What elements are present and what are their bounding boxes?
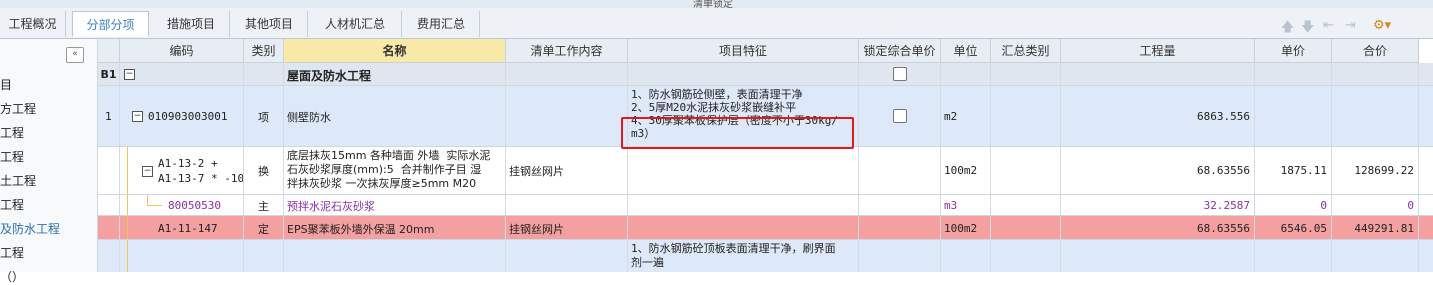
move-top-icon[interactable]: ⇤ [1323, 18, 1334, 33]
sidebar-item[interactable]: （） [0, 268, 24, 285]
unit-price: 6546.05 [1280, 222, 1327, 235]
item-name: 侧壁防水 [287, 111, 331, 124]
item-features[interactable]: 1、防水钢筋砼顶板表面清理干净，刷界面 剂一遍 [631, 242, 836, 270]
item-name: 底层抹灰15mm 各种墙面 外墙 实际水泥 石灰砂浆厚度(mm):5 合并制作子… [287, 149, 491, 190]
quota-code: A1-13-2 + A1-13-7 * -10 [158, 157, 244, 185]
unit: m2 [944, 110, 958, 123]
row-number: B1 [100, 68, 117, 81]
main-tab-bar: 工程概况 分部分项 措施项目 其他项目 人材机汇总 费用汇总 🡅 🡇 ⇤ ⇥ ⚙… [0, 8, 1433, 39]
unit: 100m2 [944, 222, 978, 235]
table-row-quota[interactable]: − A1-13-2 + A1-13-7 * -10 换 底层抹灰15mm 各种墙… [98, 147, 1433, 195]
table-row-material[interactable]: 80050530 主 预拌水泥石灰砂浆 m3 32.2587 0 0 [98, 195, 1433, 216]
item-type: 定 [258, 223, 269, 236]
sidebar-item-roof-waterproof[interactable]: 及防水工程 [0, 220, 60, 237]
quantity[interactable]: 68.63556 [1197, 222, 1250, 235]
tree-toggle[interactable]: − [124, 69, 135, 80]
settings-icon[interactable]: ⚙▾ [1373, 18, 1391, 33]
sidebar-item[interactable]: 工程 [0, 124, 24, 141]
sidebar-item[interactable]: 工程 [0, 148, 24, 165]
tab-sub-items[interactable]: 分部分项 [72, 11, 149, 37]
header-features[interactable]: 项目特征 [628, 39, 859, 63]
red-annotation-box [621, 117, 854, 149]
header-name[interactable]: 名称 [284, 39, 506, 63]
quantity[interactable]: 32.2587 [1204, 199, 1250, 212]
header-quantity[interactable]: 工程量 [1061, 39, 1255, 63]
tab-labor-material-summary[interactable]: 人材机汇总 [309, 11, 402, 37]
move-bottom-icon[interactable]: ⇥ [1345, 18, 1356, 33]
tab-other-items[interactable]: 其他项目 [231, 11, 308, 37]
sidebar-item[interactable]: 工程 [0, 244, 24, 261]
tree-toggle[interactable]: − [142, 166, 153, 177]
tree-toggle[interactable]: − [132, 111, 143, 122]
window-title-bar: 清单锁定 [0, 0, 1433, 8]
item-name: EPS聚苯板外墙外保温 20mm [287, 223, 435, 236]
total-price: 128699.22 [1354, 164, 1414, 177]
unit: 100m2 [944, 164, 978, 177]
header-type[interactable]: 类别 [244, 39, 284, 63]
tab-project-overview[interactable]: 工程概况 [0, 11, 66, 37]
header-work-content[interactable]: 清单工作内容 [506, 39, 628, 63]
lock-price-checkbox[interactable] [893, 109, 907, 123]
window-title: 清单锁定 [693, 0, 733, 8]
unit-price: 1875.11 [1280, 164, 1327, 177]
quota-code: A1-11-147 [158, 222, 218, 235]
item-name: 预拌水泥石灰砂浆 [287, 200, 375, 213]
work-content: 挂钢丝网片 [509, 223, 564, 236]
header-unit[interactable]: 单位 [941, 39, 991, 63]
tab-measures[interactable]: 措施项目 [153, 11, 230, 37]
sidebar: « 目 方工程 工程 工程 土工程 工程 及防水工程 工程 （） [0, 39, 98, 284]
lock-price-checkbox[interactable] [893, 67, 907, 81]
header-total[interactable]: 合价 [1332, 39, 1419, 63]
bill-grid: 编码 类别 名称 清单工作内容 项目特征 锁定综合单价 单位 汇总类别 工程量 … [98, 39, 1433, 272]
material-code: 80050530 [168, 199, 221, 212]
quantity[interactable]: 6863.556 [1197, 110, 1250, 123]
header-lock-price[interactable]: 锁定综合单价 [859, 39, 941, 63]
table-row-bill-item[interactable]: 1、防水钢筋砼顶板表面清理干净，刷界面 剂一遍 [98, 240, 1433, 272]
move-up-icon[interactable]: 🡅 [1281, 18, 1294, 40]
sidebar-item[interactable]: 工程 [0, 196, 24, 213]
section-name: 屋面及防水工程 [287, 69, 372, 83]
total-price: 449291.81 [1354, 222, 1414, 235]
item-type: 主 [258, 200, 269, 213]
sidebar-item-concrete[interactable]: 土工程 [0, 172, 36, 189]
work-content: 挂钢丝网片 [509, 165, 564, 178]
unit-price: 0 [1320, 199, 1327, 212]
header-rownum [98, 39, 120, 63]
collapse-sidebar-button[interactable]: « [66, 47, 84, 63]
total-price: 0 [1407, 199, 1414, 212]
move-down-icon[interactable]: 🡇 [1301, 18, 1314, 40]
header-unit-price[interactable]: 单价 [1255, 39, 1332, 63]
table-row-section[interactable]: B1 − 屋面及防水工程 [98, 63, 1433, 86]
tab-cost-summary[interactable]: 费用汇总 [403, 11, 480, 37]
unit: m3 [944, 199, 958, 212]
bill-code: 010903003001 [148, 110, 228, 123]
sidebar-item[interactable]: 目 [0, 76, 12, 93]
quantity[interactable]: 68.63556 [1197, 164, 1250, 177]
item-type: 换 [258, 165, 269, 178]
header-code[interactable]: 编码 [120, 39, 244, 63]
row-number: 1 [105, 110, 112, 123]
table-row-quota-selected[interactable]: A1-11-147 定 EPS聚苯板外墙外保温 20mm 挂钢丝网片 100m2… [98, 216, 1433, 240]
sidebar-item-earthwork[interactable]: 方工程 [0, 100, 36, 117]
item-type: 项 [258, 111, 269, 124]
header-summary-type[interactable]: 汇总类别 [991, 39, 1061, 63]
